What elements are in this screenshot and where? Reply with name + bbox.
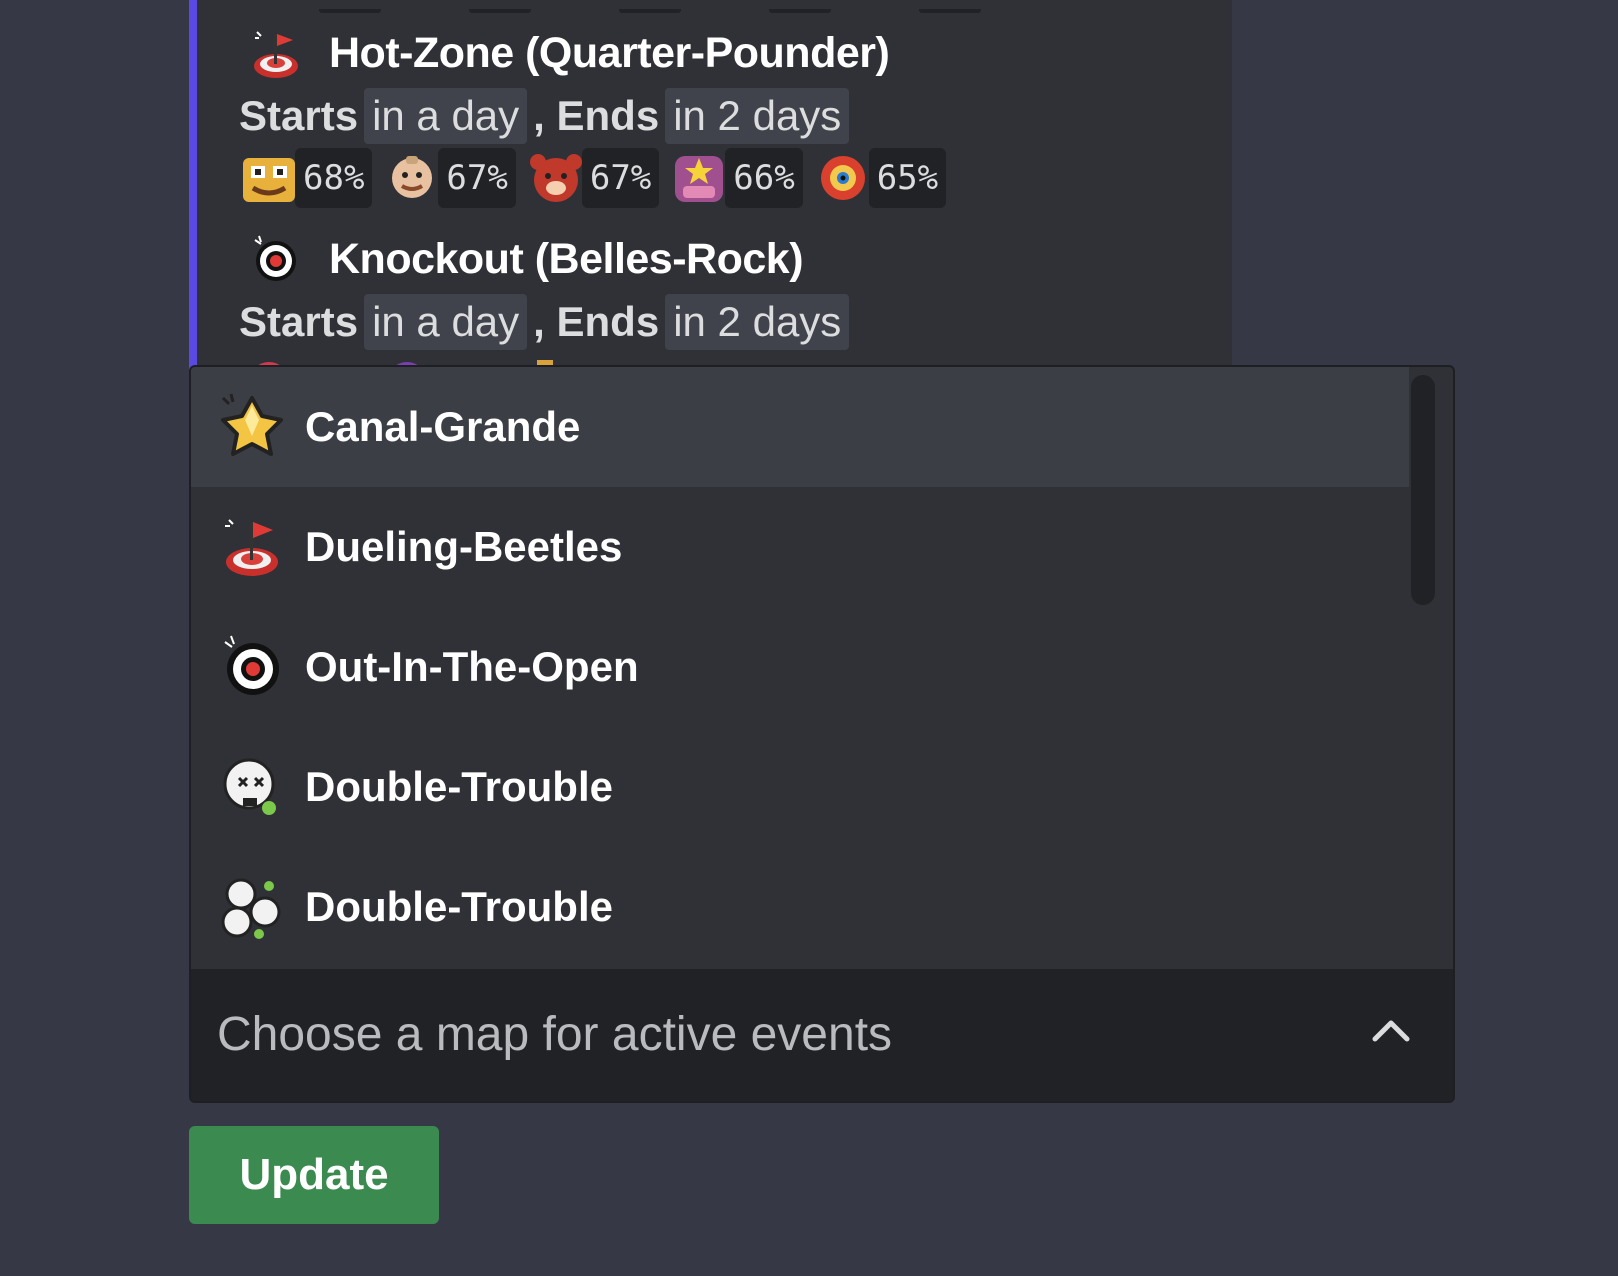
starts-timestamp: in a day <box>364 294 528 350</box>
option-double-trouble-duo[interactable]: Double-Trouble <box>191 847 1409 967</box>
brawler-stat: 67% <box>382 148 516 208</box>
knockout-icon <box>224 635 279 695</box>
update-button[interactable]: Update <box>189 1126 439 1224</box>
event-title-row: Hot-Zone (Quarter-Pounder) <box>249 26 890 80</box>
brawler-stat: 67% <box>526 148 660 208</box>
option-label: Double-Trouble <box>305 763 613 810</box>
option-label: Double-Trouble <box>305 883 613 930</box>
ends-label: Ends <box>556 92 660 139</box>
brawler-stat: 66% <box>669 148 803 208</box>
option-out-in-the-open[interactable]: Out-In-The-Open <box>191 607 1409 727</box>
separator: , <box>533 92 545 139</box>
map-select-dropdown[interactable]: Canal-Grande Dueling-Beetles Out-In-The-… <box>189 365 1455 1103</box>
win-rate: 68% <box>295 148 373 208</box>
ends-timestamp: in 2 days <box>665 88 850 144</box>
brawler-icon-2 <box>392 156 433 198</box>
select-placeholder: Choose a map for active events <box>217 1008 893 1061</box>
brawler-icon-3 <box>529 154 582 202</box>
event-title-row: Knockout (Belles-Rock) <box>249 232 804 286</box>
event-title: Hot-Zone (Quarter-Pounder) <box>329 28 890 77</box>
option-double-trouble-solo[interactable]: Double-Trouble <box>191 727 1409 847</box>
option-label: Canal-Grande <box>305 403 581 450</box>
option-canal-grande[interactable]: Canal-Grande <box>191 367 1409 487</box>
brawler-stats: 68% 67% 67% 66% 65% <box>239 148 956 208</box>
knockout-icon <box>254 235 296 281</box>
starts-timestamp: in a day <box>364 88 528 144</box>
win-rate: 67% <box>581 148 660 208</box>
brawler-icon-4 <box>675 156 724 202</box>
clipped-stats-row <box>319 0 1179 13</box>
win-rate: 65% <box>868 148 947 208</box>
ends-timestamp: in 2 days <box>665 294 850 350</box>
event-schedule: Starts in a day , Ends in 2 days <box>239 88 855 144</box>
embed-accent-bar <box>189 0 197 380</box>
brawler-icon-1 <box>243 158 295 202</box>
option-dueling-beetles[interactable]: Dueling-Beetles <box>191 487 1409 607</box>
hot-zone-icon <box>254 31 298 78</box>
brawler-stat: 65% <box>813 148 947 208</box>
win-rate: 67% <box>438 148 516 208</box>
starts-label: Starts <box>239 92 359 139</box>
hot-zone-icon <box>225 519 278 576</box>
solo-showdown-icon <box>223 758 276 815</box>
starts-label: Starts <box>239 298 359 345</box>
event-embed: Hot-Zone (Quarter-Pounder) Starts in a d… <box>189 0 1232 380</box>
ends-label: Ends <box>556 298 660 345</box>
duo-showdown-icon <box>221 878 281 939</box>
map-select[interactable]: Choose a map for active events <box>191 969 1453 1101</box>
chevron-up-icon[interactable] <box>1369 1015 1413 1045</box>
scrollbar-thumb[interactable] <box>1411 375 1435 605</box>
gem-grab-icon <box>221 393 283 456</box>
event-title: Knockout (Belles-Rock) <box>329 234 804 283</box>
dropdown-scrollbar[interactable] <box>1411 375 1435 969</box>
option-label: Dueling-Beetles <box>305 523 623 570</box>
dropdown-menu: Canal-Grande Dueling-Beetles Out-In-The-… <box>191 367 1409 969</box>
win-rate: 66% <box>725 148 803 208</box>
option-label: Out-In-The-Open <box>305 643 639 690</box>
brawler-icon-5 <box>820 156 865 200</box>
event-schedule: Starts in a day , Ends in 2 days <box>239 294 855 350</box>
brawler-stat: 68% <box>239 148 373 208</box>
separator: , <box>533 298 545 345</box>
